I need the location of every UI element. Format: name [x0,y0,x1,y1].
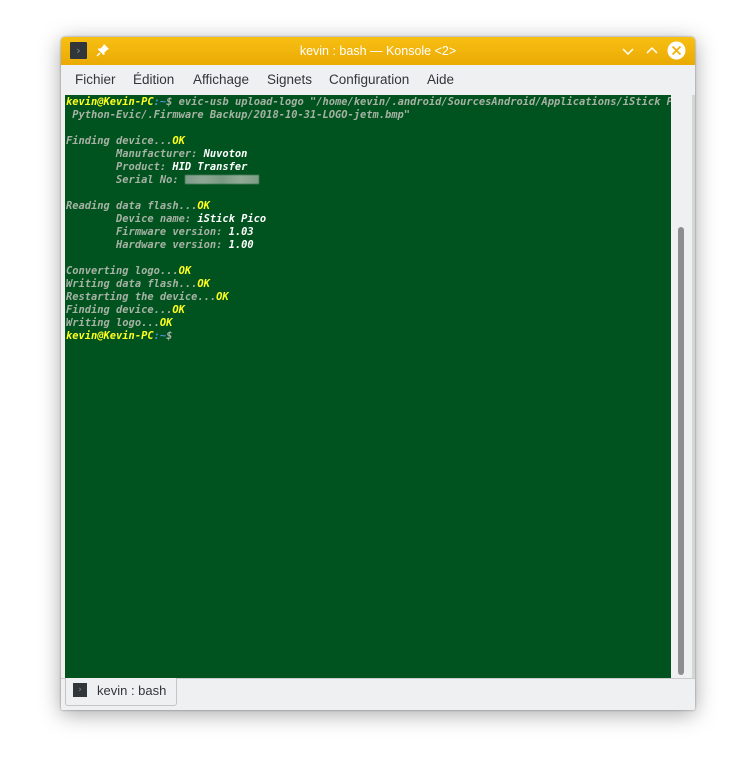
output-line: Reading data flash...OK [66,200,210,212]
title-bar[interactable]: › kevin : bash — Konsole <2> [61,37,695,65]
ok-status: OK [172,304,185,316]
prompt-user-host: kevin@Kevin-PC [66,96,154,108]
hardware-value: 1.00 [228,239,254,251]
terminal-output[interactable]: kevin@Kevin-PC:~$ evic-usb upload-logo "… [65,95,671,679]
menu-affichage[interactable]: Affichage [193,65,249,95]
output-line: Writing data flash...OK [66,278,210,290]
firmware-value: 1.03 [228,226,254,238]
command-text-1: evic-usb upload-logo "/home/kevin/.andro… [172,96,671,108]
window-edge [692,95,695,710]
menu-aide[interactable]: Aide [427,65,454,95]
tab-bar: › kevin : bash [61,678,695,710]
output-line: Restarting the device...OK [66,291,229,303]
output-line: Manufacturer: Nuvoton [66,148,248,160]
window-title: kevin : bash — Konsole <2> [299,44,457,58]
ok-status: OK [197,278,210,290]
ok-status: OK [172,135,185,147]
konsole-window: › kevin : bash — Konsole <2> Fichier Édi… [61,37,695,710]
output-line: Writing logo...OK [66,317,173,329]
output-line: Finding device...OK [66,135,185,147]
product-value: HID Transfer [172,161,248,173]
ok-status: OK [178,265,192,277]
output-line: Device name: iStick Pico [66,213,267,225]
menu-bar: Fichier Édition Affichage Signets Config… [61,65,695,95]
output-line: Hardware version: 1.00 [66,239,254,251]
output-line: Firmware version: 1.03 [66,226,254,238]
command-line-wrap: Python-Evic/.Firmware Backup/2018-10-31-… [65,109,671,122]
output-line: Serial No: [65,174,671,187]
ok-status: OK [159,317,173,329]
output-line: Converting logo...OK [66,265,192,277]
menu-fichier[interactable]: Fichier [75,65,116,95]
terminal-icon: › [73,683,87,697]
tab-kevin-bash[interactable]: › kevin : bash [65,678,177,706]
command-line: kevin@Kevin-PC:~$ evic-usb upload-logo "… [65,96,671,109]
serial-redacted [184,175,259,184]
manufacturer-value: Nuvoton [203,148,248,160]
scrollbar-thumb[interactable] [678,227,684,675]
tab-label: kevin : bash [97,683,167,698]
menu-edition[interactable]: Édition [133,65,174,95]
minimize-icon[interactable] [618,41,638,61]
menu-configuration[interactable]: Configuration [329,65,409,95]
command-text-2: Python-Evic/.Firmware Backup/2018-10-31-… [66,109,411,121]
output-line: Finding device...OK [66,304,185,316]
close-icon[interactable] [667,41,686,60]
ok-status: OK [197,200,210,212]
ok-status: OK [216,291,229,303]
maximize-icon[interactable] [642,41,662,61]
menu-signets[interactable]: Signets [267,65,312,95]
device-name-value: iStick Pico [197,213,267,225]
final-prompt: kevin@Kevin-PC:~$ [66,330,173,342]
output-line: Product: HID Transfer [66,161,248,173]
